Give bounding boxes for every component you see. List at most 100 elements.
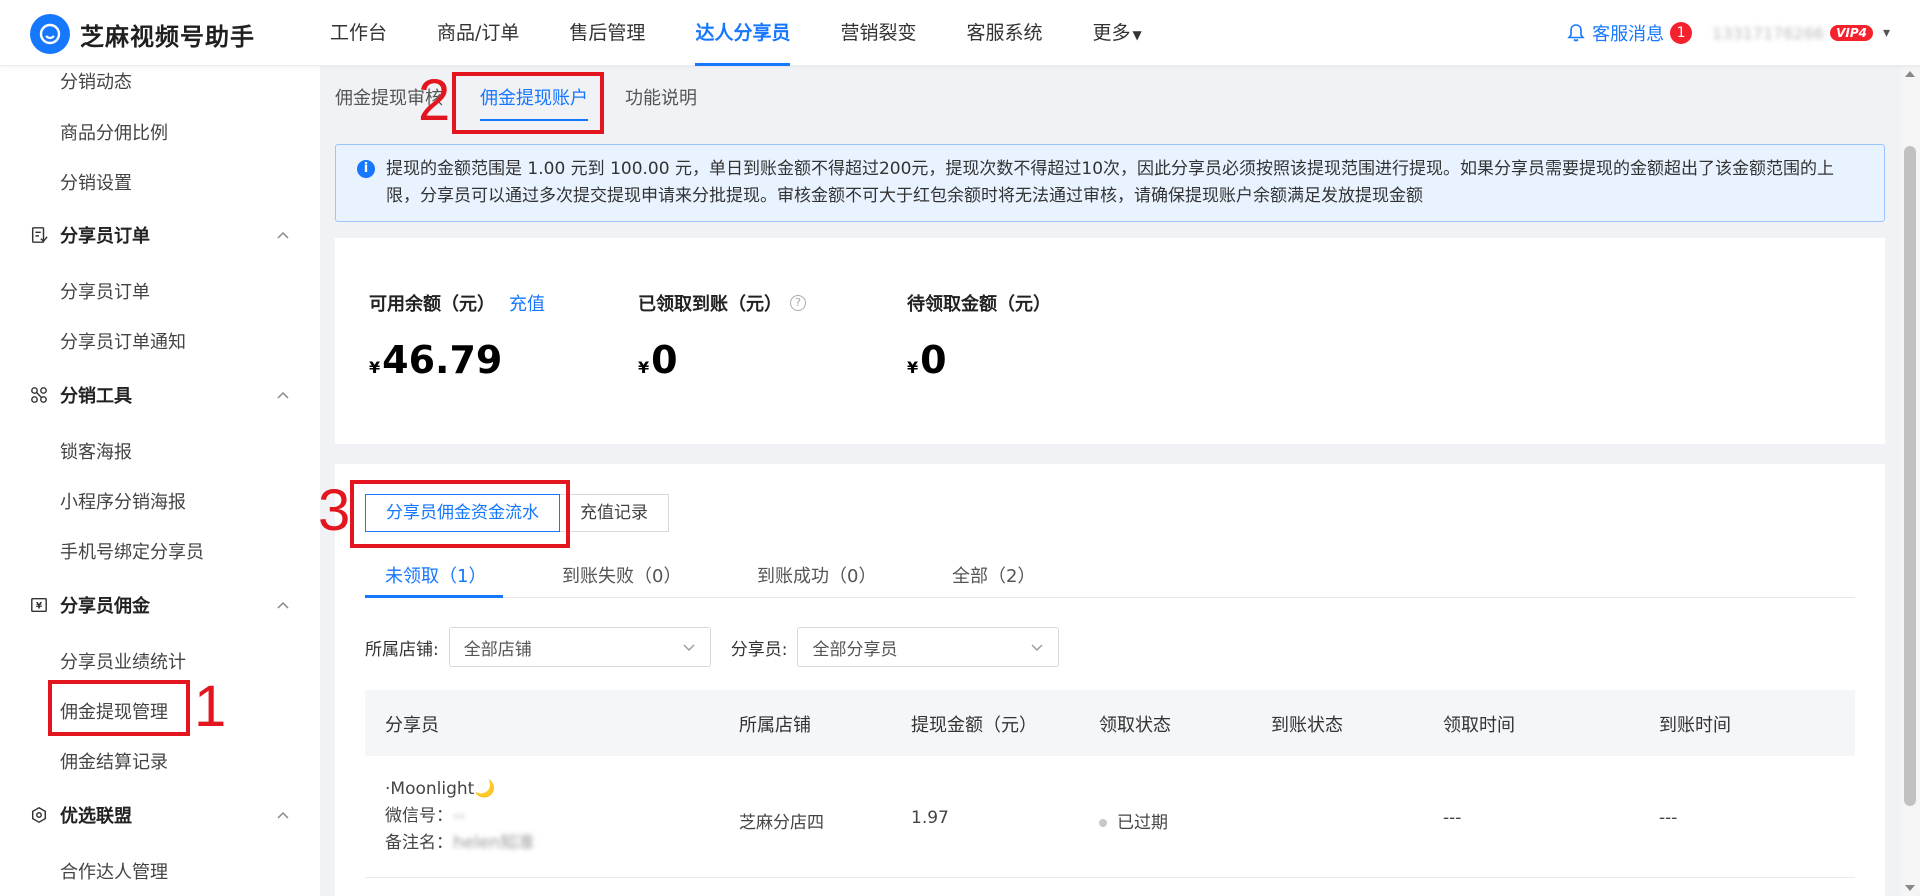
- sidebar-item-phone-binding[interactable]: 手机号绑定分享员: [60, 538, 204, 564]
- header-sharer: 分享员: [385, 715, 439, 736]
- nav-workbench[interactable]: 工作台: [330, 0, 387, 66]
- question-icon[interactable]: ?: [790, 295, 806, 311]
- row-claim-status: 已过期: [1099, 808, 1168, 833]
- scroll-down-arrow[interactable]: [1905, 885, 1915, 891]
- header-store: 所属店铺: [739, 715, 811, 736]
- vip-badge: VIP4: [1830, 25, 1873, 41]
- service-messages[interactable]: 客服消息 1: [1566, 20, 1693, 46]
- sidebar-item-performance[interactable]: 分享员业绩统计: [60, 648, 186, 674]
- stat-value: ¥ 46.79: [369, 338, 545, 382]
- sidebar: 分销动态 商品分佣比例 分销设置 分享员订单 分享员订单 分享员订单通知 分销工…: [0, 66, 320, 896]
- logo[interactable]: 芝麻视频号助手: [30, 14, 255, 54]
- app-name: 芝麻视频号助手: [80, 22, 255, 51]
- wechat-value: --: [453, 806, 466, 826]
- logo-icon: [30, 14, 70, 54]
- tab-failed[interactable]: 到账失败（0）: [562, 562, 681, 588]
- caret-down-icon: ▼: [1132, 28, 1142, 42]
- commission-icon: ¥: [28, 594, 50, 616]
- sidebar-group-label: 分享员佣金: [60, 596, 150, 617]
- remark-line: 备注名：helen知准: [385, 830, 534, 857]
- stat-pending: 待领取金额（元） ¥ 0: [907, 290, 1051, 382]
- nav-more[interactable]: 更多 ▼: [1092, 0, 1141, 66]
- chevron-up-icon: [277, 231, 289, 239]
- sidebar-group-commission[interactable]: ¥ 分享员佣金: [28, 592, 290, 618]
- segment-recharge-records[interactable]: 充值记录: [560, 494, 669, 532]
- alliance-icon: [28, 804, 50, 826]
- tab-function-description[interactable]: 功能说明: [625, 84, 697, 110]
- account-id[interactable]: 13317176266: [1712, 24, 1824, 43]
- store-filter-label: 所属店铺:: [365, 639, 439, 660]
- sidebar-item-partner-management[interactable]: 合作达人管理: [60, 858, 168, 884]
- scroll-up-arrow[interactable]: [1905, 71, 1915, 77]
- store-select[interactable]: 全部店铺: [448, 627, 711, 667]
- sidebar-group-alliance[interactable]: 优选联盟: [28, 802, 290, 828]
- wechat-label: 微信号：: [385, 806, 453, 826]
- header-claim-time: 领取时间: [1443, 715, 1515, 736]
- sidebar-item-settlement-records[interactable]: 佣金结算记录: [60, 748, 168, 774]
- top-right: 客服消息 1 13317176266 VIP4 ▾: [1566, 0, 1890, 66]
- sharer-select-value: 全部分享员: [812, 639, 898, 660]
- annotation-box-2: [452, 72, 604, 134]
- order-icon: [28, 224, 50, 246]
- received-value: 0: [651, 338, 678, 382]
- recharge-link[interactable]: 充值: [509, 290, 545, 316]
- currency-symbol: ¥: [907, 358, 919, 377]
- stat-label: 已领取到账（元） ?: [638, 290, 806, 316]
- nav-more-label: 更多: [1092, 22, 1131, 44]
- tab-unclaimed[interactable]: 未领取（1）: [385, 562, 486, 588]
- sidebar-item-sharer-orders[interactable]: 分享员订单: [60, 278, 150, 304]
- available-value: 46.79: [382, 338, 503, 382]
- nav-goods-orders[interactable]: 商品/订单: [437, 0, 519, 66]
- withdraw-table: 分享员 所属店铺 提现金额（元） 领取状态 到账状态 领取时间 到账时间 ·Mo…: [365, 690, 1855, 878]
- row-amount: 1.97: [911, 808, 949, 828]
- remark-label: 备注名：: [385, 833, 453, 853]
- nav-after-sales[interactable]: 售后管理: [569, 0, 645, 66]
- scroll-thumb[interactable]: [1904, 146, 1916, 806]
- sidebar-item-commission-ratio[interactable]: 商品分佣比例: [60, 119, 168, 145]
- service-label: 客服消息: [1592, 24, 1665, 45]
- table-row: ·Moonlight🌙 微信号：-- 备注名：helen知准 芝麻分店四 1.9…: [365, 756, 1855, 878]
- stat-value: ¥ 0: [638, 338, 806, 382]
- stat-available: 可用余额（元） 充值 ¥ 46.79: [369, 290, 545, 382]
- sharer-select[interactable]: 全部分享员: [797, 627, 1060, 667]
- tools-icon: [28, 384, 50, 406]
- sidebar-item-order-notice[interactable]: 分享员订单通知: [60, 328, 186, 354]
- sharer-filter-label: 分享员:: [730, 639, 788, 660]
- scrollbar[interactable]: [1900, 66, 1920, 896]
- sidebar-item-distribution-dynamics[interactable]: 分销动态: [60, 68, 132, 94]
- sidebar-group-label: 优选联盟: [60, 806, 132, 827]
- remark-value: helen知准: [453, 833, 535, 853]
- bell-icon: [1567, 24, 1585, 42]
- row-store: 芝麻分店四: [739, 813, 824, 833]
- nav-marketing[interactable]: 营销裂变: [840, 0, 916, 66]
- annotation-number-3: 3: [318, 478, 351, 543]
- header-arrival-time: 到账时间: [1659, 715, 1731, 736]
- stat-label: 待领取金额（元）: [907, 290, 1051, 316]
- sidebar-group-orders[interactable]: 分享员订单: [28, 222, 290, 248]
- sidebar-item-miniprogram-poster[interactable]: 小程序分销海报: [60, 488, 186, 514]
- pending-value: 0: [920, 338, 947, 382]
- filters: 所属店铺: 全部店铺 分享员: 全部分享员: [365, 627, 1079, 667]
- sidebar-item-distribution-settings[interactable]: 分销设置: [60, 169, 132, 195]
- sidebar-group-tools[interactable]: 分销工具: [28, 382, 290, 408]
- sidebar-group-label: 分销工具: [60, 386, 132, 407]
- row-claim-time: ---: [1443, 808, 1462, 828]
- nav-customer-service[interactable]: 客服系统: [966, 0, 1042, 66]
- table-header: 分享员 所属店铺 提现金额（元） 领取状态 到账状态 领取时间 到账时间: [365, 690, 1855, 756]
- svg-text:¥: ¥: [36, 602, 43, 612]
- active-tab-indicator: [365, 595, 503, 598]
- store-select-value: 全部店铺: [463, 639, 532, 660]
- chevron-down-icon[interactable]: ▾: [1883, 25, 1890, 41]
- sidebar-item-lock-poster[interactable]: 锁客海报: [60, 438, 132, 464]
- chevron-up-icon: [277, 601, 289, 609]
- tab-success[interactable]: 到账成功（0）: [757, 562, 876, 588]
- stat-label: 可用余额（元） 充值: [369, 290, 545, 316]
- currency-symbol: ¥: [638, 358, 650, 377]
- available-label: 可用余额（元）: [369, 294, 495, 315]
- tab-all[interactable]: 全部（2）: [952, 562, 1035, 588]
- header-claim-status: 领取状态: [1099, 715, 1171, 736]
- received-label: 已领取到账（元）: [638, 294, 782, 315]
- status-dot: [1099, 819, 1107, 827]
- sidebar-group-label: 分享员订单: [60, 226, 150, 247]
- nav-sharers[interactable]: 达人分享员: [695, 0, 791, 66]
